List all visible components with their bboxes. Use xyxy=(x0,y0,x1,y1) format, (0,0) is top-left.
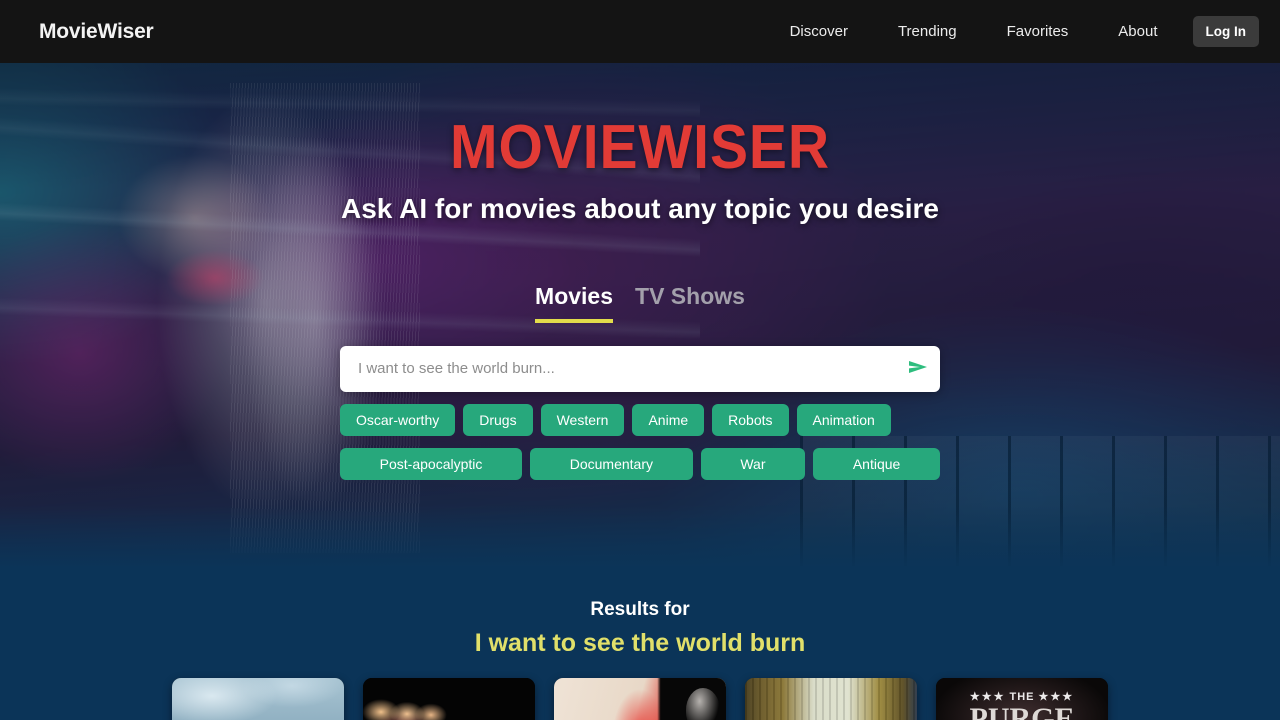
chip-war[interactable]: War xyxy=(700,447,806,480)
movie-card[interactable] xyxy=(172,678,344,720)
movie-poster-image xyxy=(363,678,535,720)
chip-anime[interactable]: Anime xyxy=(632,403,705,436)
suggestion-chips-row-1: Oscar-worthy Drugs Western Anime Robots … xyxy=(340,403,940,436)
movie-card[interactable] xyxy=(363,678,535,720)
tab-tv-shows[interactable]: TV Shows xyxy=(635,283,745,318)
hero-wordmark: MOVIEWISER xyxy=(450,113,830,182)
tab-movies[interactable]: Movies xyxy=(535,283,614,323)
media-type-tabs: Movies TV Shows xyxy=(0,283,1280,323)
movie-poster-image: ★★★ THE ★★★ PURGE xyxy=(936,678,1108,720)
hero-tagline: Ask AI for movies about any topic you de… xyxy=(341,193,939,224)
top-navbar: MovieWiser Discover Trending Favorites A… xyxy=(0,0,1280,63)
chip-post-apocalyptic[interactable]: Post-apocalyptic xyxy=(340,447,523,480)
chip-drugs[interactable]: Drugs xyxy=(463,403,533,436)
movie-poster-image xyxy=(745,678,917,720)
hero-content: MOVIEWISER Ask AI for movies about any t… xyxy=(0,117,1280,480)
nav-item-trending[interactable]: Trending xyxy=(873,17,982,46)
chip-antique[interactable]: Antique xyxy=(813,447,940,480)
results-section: Results for I want to see the world burn… xyxy=(0,566,1280,720)
nav-item-favorites[interactable]: Favorites xyxy=(982,17,1094,46)
chip-western[interactable]: Western xyxy=(540,403,625,436)
send-button[interactable] xyxy=(896,346,940,392)
chip-documentary[interactable]: Documentary xyxy=(530,447,693,480)
results-label: Results for xyxy=(590,599,690,620)
movie-card[interactable] xyxy=(554,678,726,720)
movie-card[interactable]: ★★★ THE ★★★ PURGE xyxy=(936,678,1108,720)
poster-title: PURGE xyxy=(969,702,1075,720)
chip-oscar-worthy[interactable]: Oscar-worthy xyxy=(340,403,456,436)
results-query: I want to see the world burn xyxy=(474,628,806,657)
chip-robots[interactable]: Robots xyxy=(712,403,789,436)
poster-the-word: THE xyxy=(1009,690,1035,703)
movie-poster-image xyxy=(172,678,344,720)
brand-logo[interactable]: MovieWiser xyxy=(39,20,154,44)
login-button[interactable]: Log In xyxy=(1192,16,1259,47)
nav-item-discover[interactable]: Discover xyxy=(765,17,873,46)
nav-item-about[interactable]: About xyxy=(1093,17,1182,46)
search-input[interactable] xyxy=(340,345,896,392)
movie-card[interactable] xyxy=(745,678,917,720)
chip-animation[interactable]: Animation xyxy=(796,403,891,436)
hero-section: MOVIEWISER Ask AI for movies about any t… xyxy=(0,63,1280,566)
movie-poster-image xyxy=(554,678,726,720)
search-bar[interactable] xyxy=(340,345,940,392)
send-paper-plane-icon xyxy=(907,357,929,380)
suggestion-chips-row-2: Post-apocalyptic Documentary War Antique xyxy=(340,447,940,480)
page-root: MovieWiser Discover Trending Favorites A… xyxy=(0,0,1280,720)
primary-nav: Discover Trending Favorites About Log In xyxy=(765,16,1259,47)
results-card-row: ★★★ THE ★★★ PURGE xyxy=(0,678,1280,720)
